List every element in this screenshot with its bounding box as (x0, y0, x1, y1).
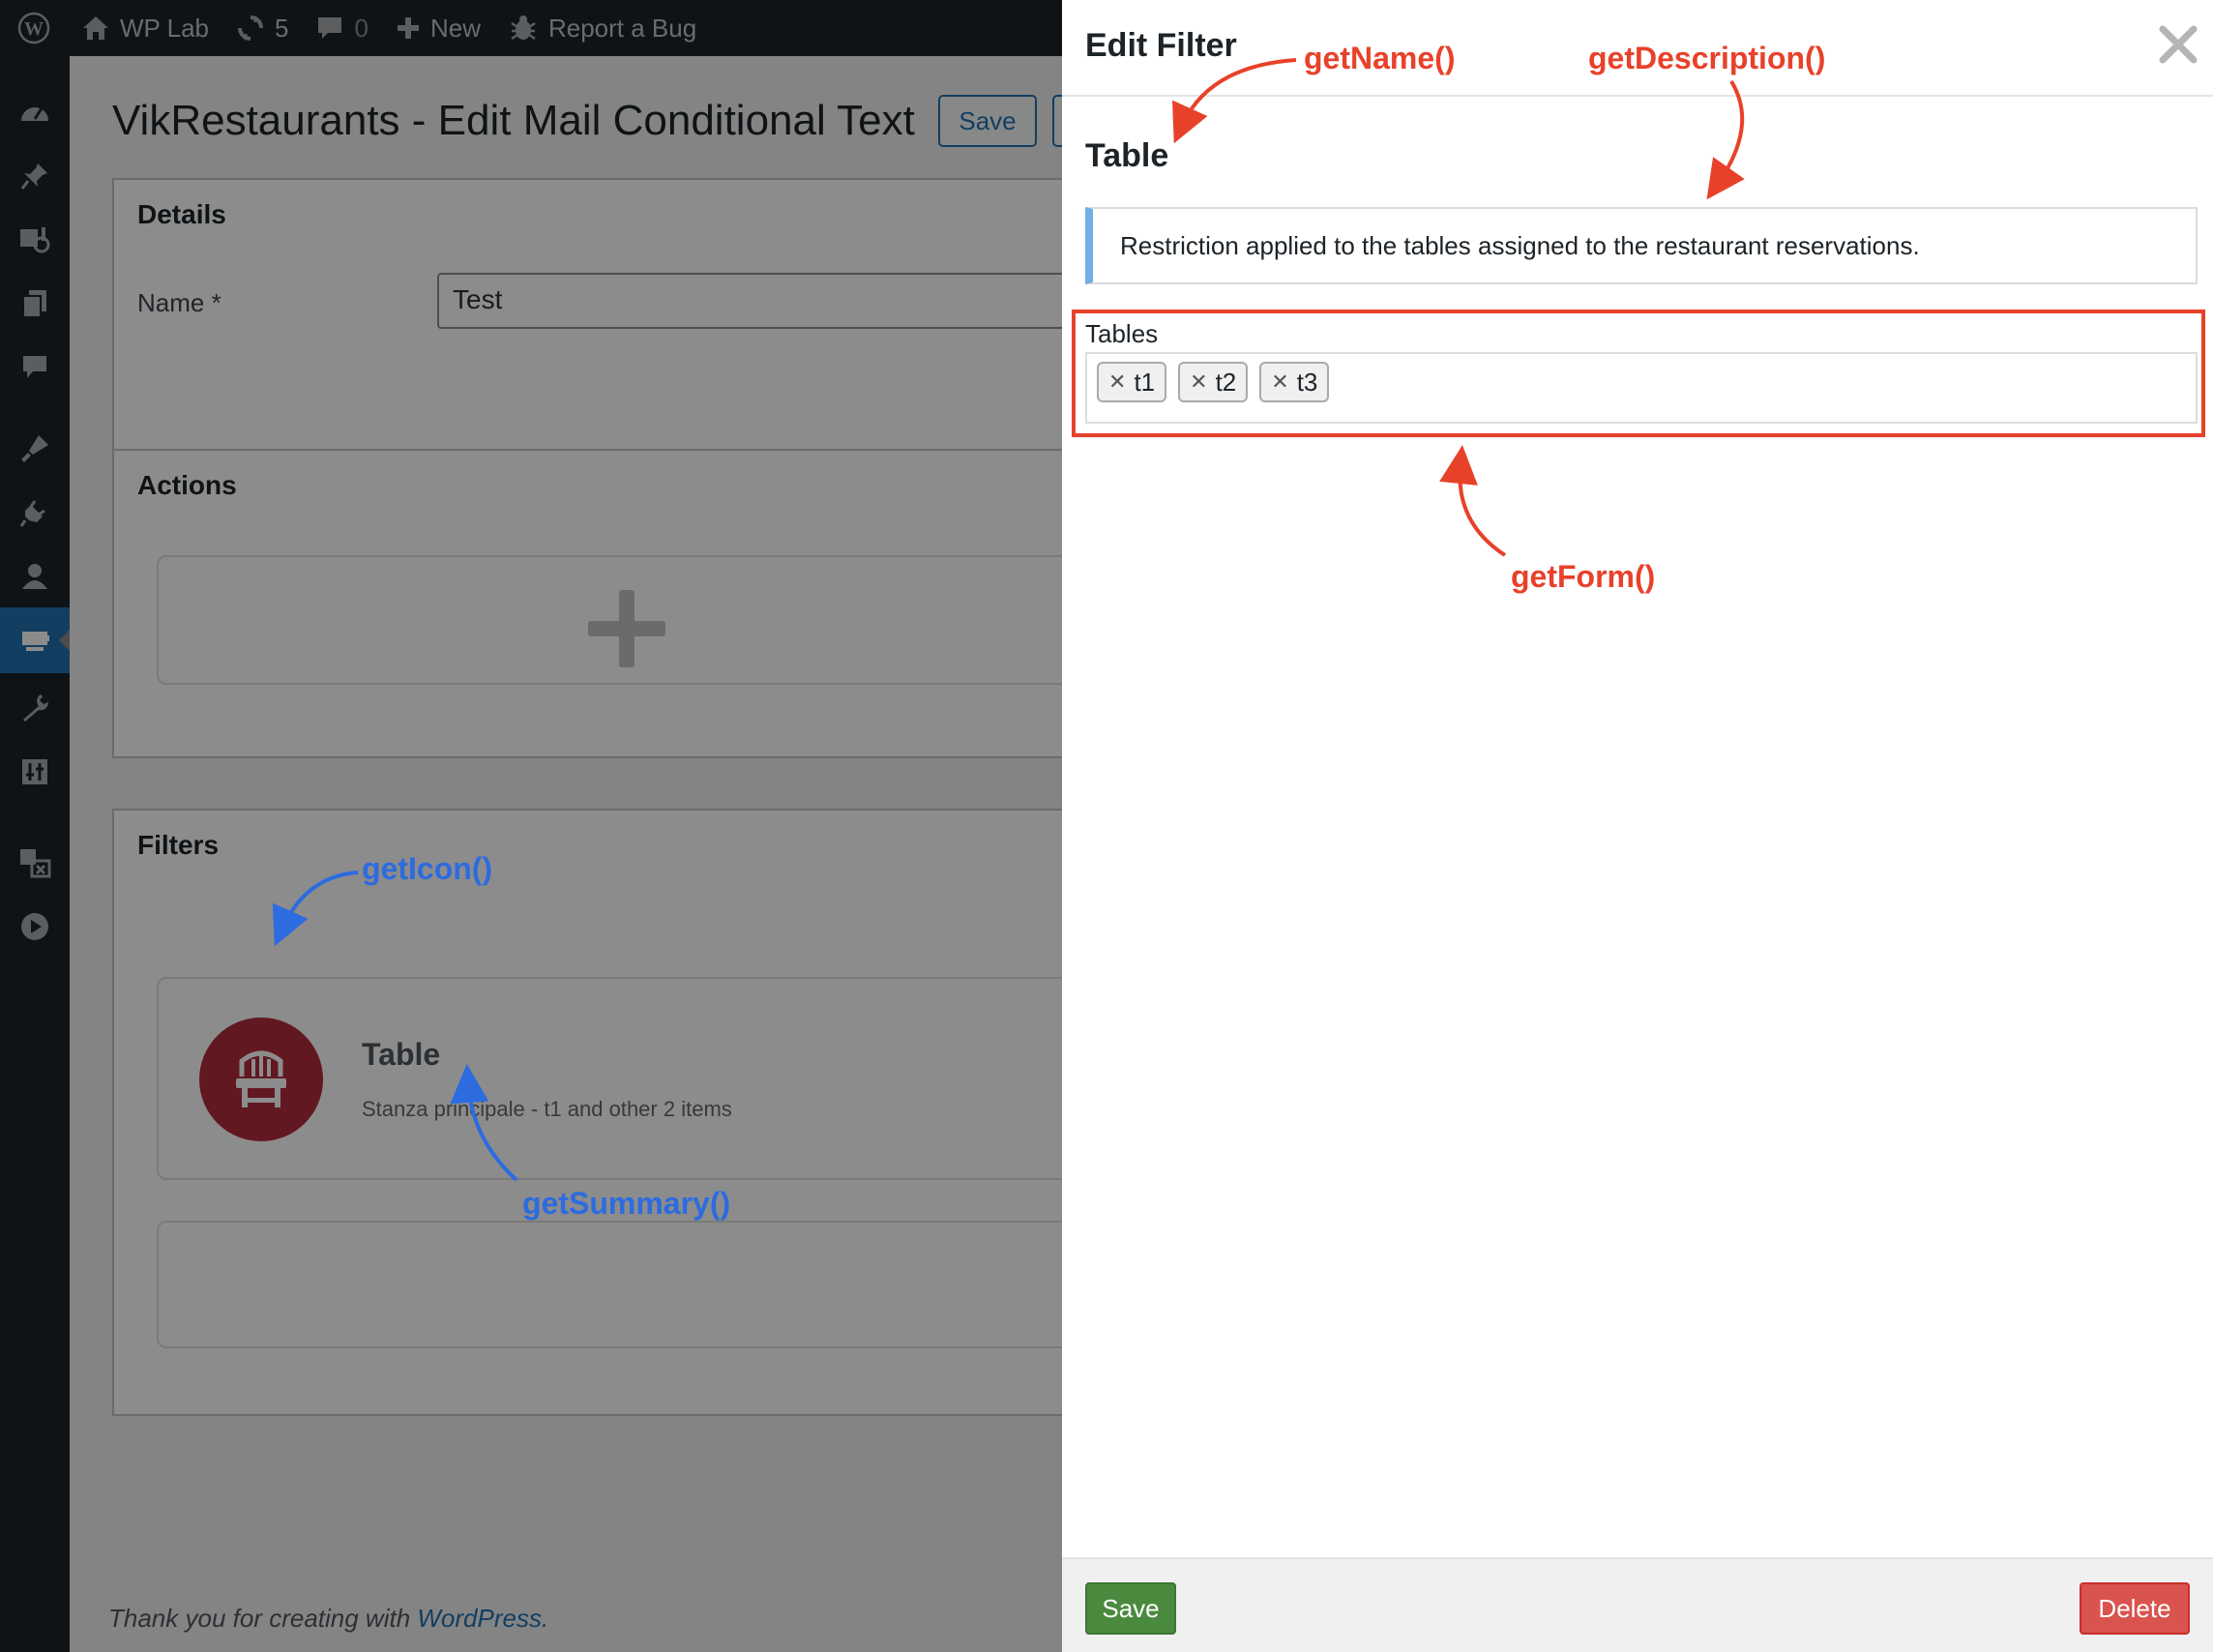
panel-save-button[interactable]: Save (1085, 1582, 1176, 1635)
delete-button[interactable]: Delete (2080, 1582, 2190, 1635)
get-name-annotation: getName() (1304, 41, 1456, 75)
filter-description: Restriction applied to the tables assign… (1085, 207, 2198, 284)
panel-title: Edit Filter (1085, 27, 1237, 64)
close-icon[interactable] (2157, 23, 2199, 66)
filter-heading: Table (1085, 137, 1169, 174)
form-highlight-frame (1072, 310, 2205, 437)
edit-filter-panel: Edit Filter Table Restriction applied to… (1062, 0, 2213, 1652)
panel-footer: Save Delete (1062, 1557, 2213, 1652)
get-description-annotation: getDescription() (1588, 41, 1826, 75)
get-form-annotation: getForm() (1511, 559, 1656, 594)
get-summary-annotation: getSummary() (522, 1186, 731, 1221)
get-icon-annotation: getIcon() (362, 851, 493, 886)
modal-backdrop[interactable] (0, 0, 1062, 1652)
